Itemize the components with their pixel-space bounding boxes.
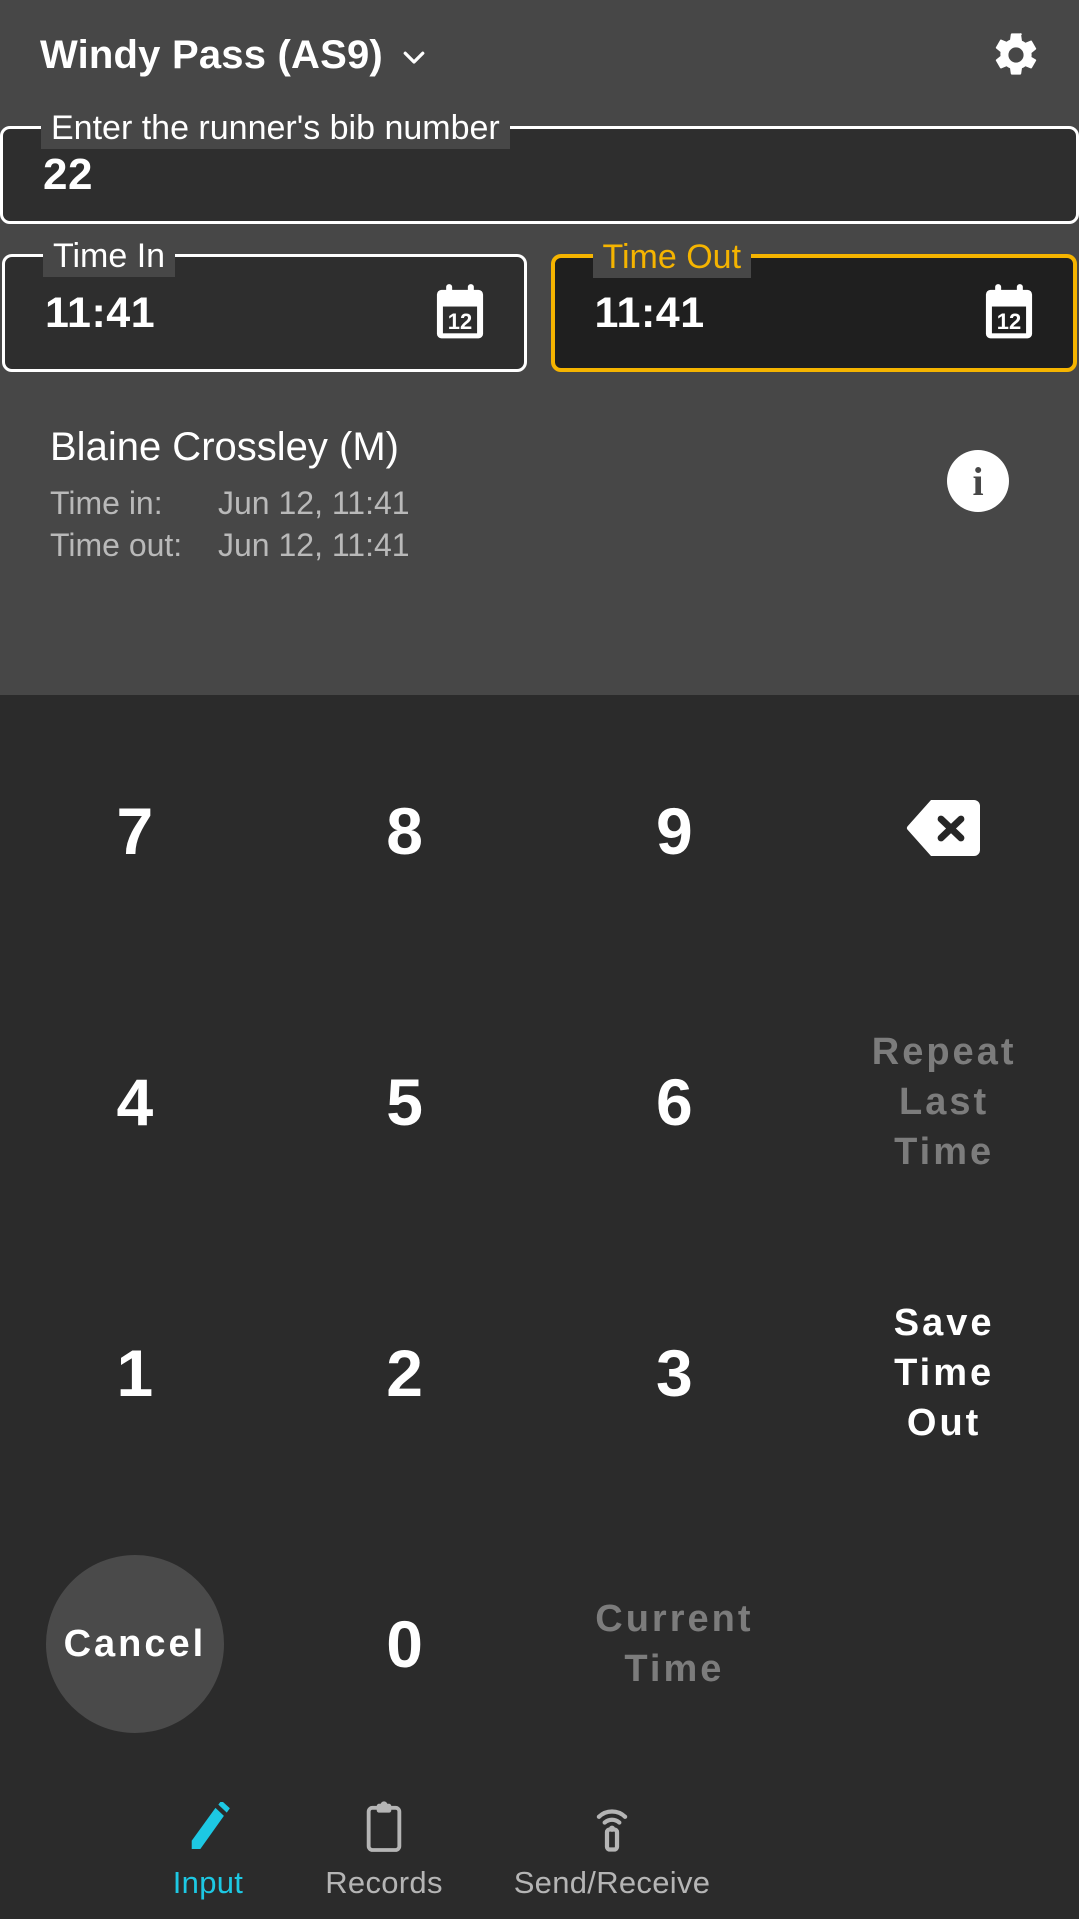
key-2[interactable]: 2 <box>270 1238 540 1509</box>
nav-label: Records <box>325 1864 443 1900</box>
key-label-line: Out <box>906 1402 982 1445</box>
key-blank <box>809 1509 1079 1780</box>
key-9[interactable]: 9 <box>540 695 810 966</box>
station-selector[interactable]: Windy Pass (AS9) <box>40 33 429 78</box>
key-label-line: Current <box>595 1598 754 1641</box>
bib-number-field[interactable]: Enter the runner's bib number 22 <box>0 107 1079 224</box>
key-label-line: Time <box>624 1648 725 1691</box>
page-title: Windy Pass (AS9) <box>40 32 383 77</box>
time-in-value[interactable]: 11:41 <box>5 289 155 338</box>
key-label: Current Time <box>595 1594 753 1694</box>
key-label: 3 <box>656 1336 693 1411</box>
runner-record-texts: Blaine Crossley (M) Time in: Jun 12, 11:… <box>50 420 947 566</box>
bottom-navigation: Input Records Send/Receive <box>0 1780 1079 1919</box>
nav-item-input[interactable]: Input <box>120 1799 296 1901</box>
bib-number-input[interactable]: 22 <box>3 150 93 200</box>
key-repeat-last-time[interactable]: Repeat Last Time <box>809 966 1079 1237</box>
app-root: Windy Pass (AS9) Enter the runner's bib … <box>0 0 1079 1919</box>
svg-text:12: 12 <box>447 309 471 334</box>
antenna-signal-icon <box>588 1799 636 1855</box>
nav-label: Input <box>172 1864 244 1900</box>
backspace-icon <box>906 799 982 862</box>
key-cancel[interactable]: Cancel <box>0 1509 270 1780</box>
numeric-keypad: 7 8 9 4 5 6 Repeat Last Time 1 2 3 Save … <box>0 695 1079 1780</box>
key-label: Repeat Last Time <box>872 1027 1017 1177</box>
clipboard-icon <box>361 1799 407 1855</box>
key-3[interactable]: 3 <box>540 1238 810 1509</box>
runner-record: Blaine Crossley (M) Time in: Jun 12, 11:… <box>0 372 1079 566</box>
record-time-in-row: Time in: Jun 12, 11:41 <box>50 482 947 524</box>
time-in-field[interactable]: Time In 11:41 12 <box>2 235 527 372</box>
bib-number-row: Enter the runner's bib number 22 <box>0 107 1079 224</box>
nav-item-records[interactable]: Records <box>296 1799 472 1901</box>
record-time-out-value: Jun 12, 11:41 <box>218 527 410 563</box>
key-label: 6 <box>656 1064 693 1139</box>
key-label: Save Time Out <box>894 1298 995 1448</box>
key-label-line: Repeat <box>871 1030 1017 1073</box>
key-label-line: Last <box>899 1080 990 1123</box>
input-panel: Windy Pass (AS9) Enter the runner's bib … <box>0 0 1079 695</box>
time-out-field[interactable]: Time Out 11:41 12 <box>550 236 1077 372</box>
info-icon[interactable]: i <box>947 450 1009 512</box>
key-label: 2 <box>386 1336 423 1411</box>
key-label: 9 <box>656 793 693 868</box>
svg-text:12: 12 <box>997 309 1021 334</box>
chevron-down-icon[interactable] <box>399 42 429 72</box>
key-save-time-out[interactable]: Save Time Out <box>809 1238 1079 1509</box>
key-label: 4 <box>116 1064 154 1139</box>
key-label: 0 <box>386 1607 423 1682</box>
calendar-icon[interactable]: 12 <box>432 283 488 343</box>
key-label: 7 <box>116 793 154 868</box>
calendar-icon[interactable]: 12 <box>981 283 1037 343</box>
key-label: 1 <box>116 1336 154 1411</box>
key-1[interactable]: 1 <box>0 1238 270 1509</box>
time-out-value[interactable]: 11:41 <box>555 289 705 338</box>
time-out-label: Time Out <box>592 236 752 278</box>
runner-name: Blaine Crossley (M) <box>50 425 399 469</box>
record-time-in-value: Jun 12, 11:41 <box>218 485 410 521</box>
key-backspace[interactable] <box>809 695 1079 966</box>
record-time-out-row: Time out: Jun 12, 11:41 <box>50 524 947 566</box>
key-6[interactable]: 6 <box>540 966 810 1237</box>
gear-icon[interactable] <box>981 20 1051 90</box>
record-time-out-label: Time out: <box>50 527 183 563</box>
key-4[interactable]: 4 <box>0 966 270 1237</box>
time-fields-row: Time In 11:41 12 Time Out 11:41 12 <box>0 224 1079 372</box>
app-bar: Windy Pass (AS9) <box>0 0 1079 110</box>
key-label-line: Save <box>893 1302 995 1345</box>
key-8[interactable]: 8 <box>270 695 540 966</box>
bib-number-label: Enter the runner's bib number <box>41 107 510 149</box>
nav-label: Send/Receive <box>513 1864 711 1900</box>
pencil-icon <box>185 1799 231 1855</box>
key-label: 8 <box>386 793 423 868</box>
key-label-line: Time <box>894 1130 995 1173</box>
key-current-time[interactable]: Current Time <box>540 1509 810 1780</box>
key-label: Cancel <box>63 1623 207 1666</box>
key-label: 5 <box>386 1064 423 1139</box>
nav-item-send-receive[interactable]: Send/Receive <box>472 1799 752 1901</box>
key-5[interactable]: 5 <box>270 966 540 1237</box>
key-label-line: Time <box>894 1352 995 1395</box>
key-7[interactable]: 7 <box>0 695 270 966</box>
time-in-label: Time In <box>43 235 176 277</box>
key-0[interactable]: 0 <box>270 1509 540 1780</box>
record-time-in-label: Time in: <box>50 485 163 521</box>
